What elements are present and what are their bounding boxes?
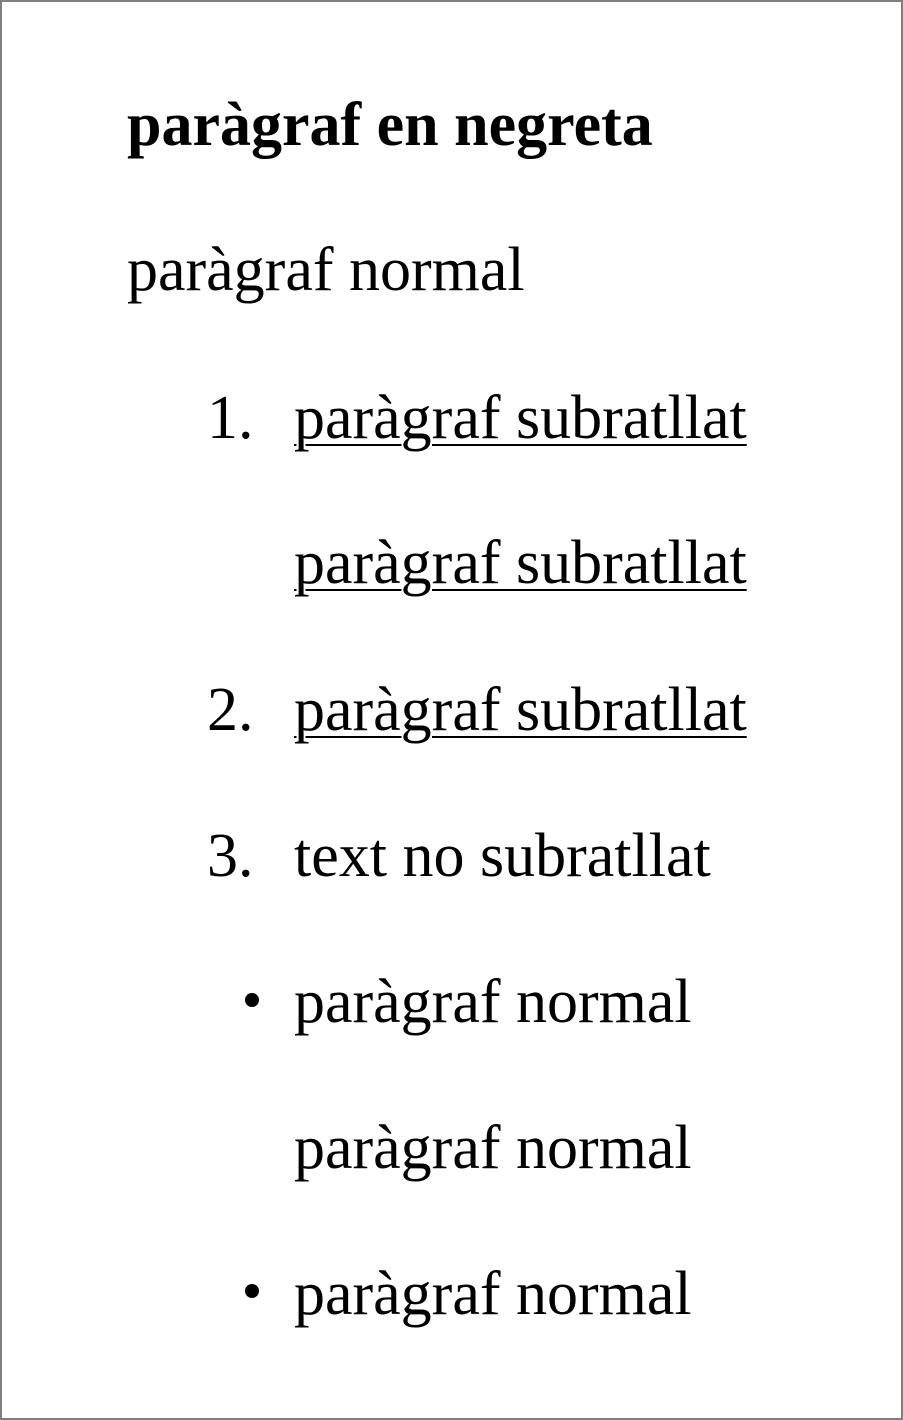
list-number: 1. xyxy=(207,384,254,452)
list-item-text-continuation: paràgraf subratllat xyxy=(294,529,747,597)
list-number: 2. xyxy=(207,676,254,744)
list-item-text: paràgraf subratllat xyxy=(294,384,747,452)
bullet-item-text: paràgraf normal xyxy=(294,968,692,1036)
list-item-text: paràgraf subratllat xyxy=(294,676,747,744)
bullet-icon xyxy=(245,993,259,1007)
list-item-text: text no subratllat xyxy=(294,822,711,890)
bullet-item-text: paràgraf normal xyxy=(294,1260,692,1328)
bold-paragraph: paràgraf en negreta xyxy=(127,91,653,159)
document-page: paràgraf en negreta paràgraf normal 1. p… xyxy=(0,0,903,1420)
bullet-icon xyxy=(245,1284,259,1298)
normal-paragraph: paràgraf normal xyxy=(127,236,525,304)
bullet-item-text-continuation: paràgraf normal xyxy=(294,1114,692,1182)
list-number: 3. xyxy=(207,822,254,890)
